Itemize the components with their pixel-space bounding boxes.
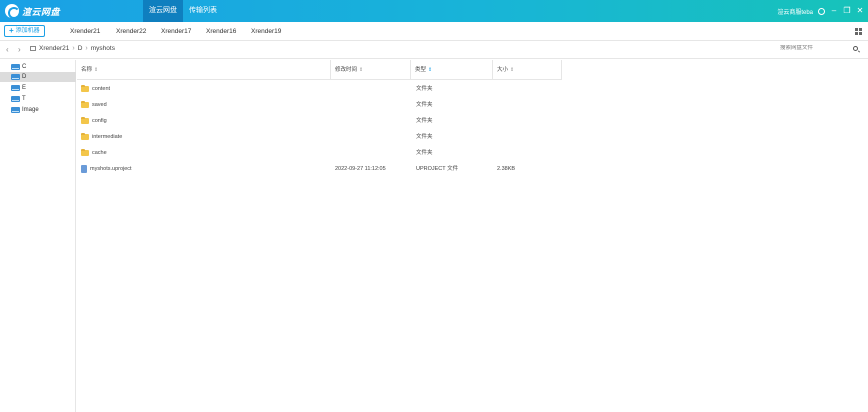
drive-icon <box>11 107 20 113</box>
drive-icon <box>11 85 20 91</box>
table-row[interactable]: config 文件夹 <box>77 113 562 129</box>
drive-label: C <box>22 64 27 70</box>
logo-text: 渲云网盘 <box>22 6 61 17</box>
settings-icon[interactable] <box>818 7 825 15</box>
breadcrumb-item[interactable]: D <box>78 45 83 52</box>
file-name: cache <box>92 150 107 156</box>
breadcrumb-separator: › <box>72 45 75 52</box>
user-name[interactable]: 渲云商服teba <box>777 7 813 16</box>
file-name-cell: saved <box>81 97 107 113</box>
file-name: content <box>92 86 111 92</box>
sort-active-icon: ⇕ <box>428 67 433 73</box>
sort-icon: ⇕ <box>94 67 99 73</box>
drive-icon <box>11 74 20 80</box>
folder-icon <box>81 149 89 156</box>
table-row[interactable]: content 文件夹 <box>77 81 562 97</box>
plus-icon: + <box>9 26 14 35</box>
file-type: 文件夹 <box>416 102 433 108</box>
column-header-type[interactable]: 类型 ⇕ <box>411 60 493 80</box>
breadcrumb: Xrender21 › D › myshots <box>30 45 115 52</box>
sidebar-item-drive[interactable]: D <box>0 72 76 82</box>
drive-sidebar: C D E T Image <box>0 60 76 412</box>
tab-cloud-drive[interactable]: 渲云网盘 <box>143 0 183 22</box>
search-box <box>780 45 860 55</box>
sidebar-item-drive[interactable]: E <box>0 83 76 93</box>
file-type: 文件夹 <box>416 134 433 140</box>
drive-label: Image <box>22 107 39 113</box>
column-modified-label: 修改时间 <box>335 67 358 73</box>
machine-tab[interactable]: Xrender22 <box>116 22 146 41</box>
back-arrow-icon[interactable]: ‹ <box>6 45 9 54</box>
sidebar-item-drive[interactable]: Image <box>0 105 76 115</box>
table-row[interactable]: intermediate 文件夹 <box>77 129 562 145</box>
sort-icon: ⇕ <box>510 67 515 73</box>
title-bar: 渲云网盘 渲云网盘 传输列表 渲云商服teba – ❐ ✕ <box>0 0 868 22</box>
file-modified: 2022-09-27 11:12:05 <box>335 166 386 172</box>
drive-label: D <box>22 74 27 80</box>
search-icon[interactable] <box>853 46 858 51</box>
file-name-cell: cache <box>81 145 107 161</box>
window-controls: 渲云商服teba – ❐ ✕ <box>777 0 864 22</box>
drive-label: E <box>22 85 27 91</box>
search-input[interactable] <box>780 45 846 51</box>
column-header-name[interactable]: 名称 ⇕ <box>77 60 331 80</box>
file-type: 文件夹 <box>416 150 433 156</box>
breadcrumb-item[interactable]: myshots <box>91 45 115 52</box>
forward-arrow-icon[interactable]: › <box>18 45 21 54</box>
sidebar-item-drive[interactable]: T <box>0 94 76 104</box>
computer-icon <box>30 46 36 51</box>
close-icon[interactable]: ✕ <box>856 7 864 15</box>
column-header-size[interactable]: 大小 ⇕ <box>493 60 562 80</box>
file-name-cell: content <box>81 81 110 97</box>
folder-icon <box>81 85 89 92</box>
file-name: intermediate <box>92 134 123 140</box>
file-name: config <box>92 118 107 124</box>
file-icon <box>81 165 87 173</box>
drive-label: T <box>22 96 26 102</box>
grid-view-icon[interactable] <box>855 28 862 35</box>
sort-icon: ⇕ <box>359 67 364 73</box>
file-size: 2.38KB <box>497 166 516 172</box>
file-list-header: 名称 ⇕ 修改时间 ⇕ 类型 ⇕ 大小 ⇕ <box>77 60 562 80</box>
folder-icon <box>81 133 89 140</box>
file-name: saved <box>92 102 107 108</box>
machine-tab[interactable]: Xrender17 <box>161 22 191 41</box>
drive-icon <box>11 64 20 70</box>
breadcrumb-separator: › <box>85 45 88 52</box>
file-type: 文件夹 <box>416 118 433 124</box>
column-type-label: 类型 <box>415 67 427 73</box>
column-size-label: 大小 <box>497 67 509 73</box>
maximize-icon[interactable]: ❐ <box>843 7 851 15</box>
sidebar-item-drive[interactable]: C <box>0 62 76 72</box>
file-name-cell: config <box>81 113 107 129</box>
file-type: UPROJECT 文件 <box>416 166 459 172</box>
minimize-icon[interactable]: – <box>830 7 838 15</box>
tab-transfer-list[interactable]: 传输列表 <box>183 0 223 22</box>
breadcrumb-item[interactable]: Xrender21 <box>39 45 69 52</box>
file-name-cell: myshots.uproject <box>81 161 132 177</box>
app-logo: 渲云网盘 <box>5 3 60 19</box>
file-name-cell: intermediate <box>81 129 122 145</box>
drive-icon <box>11 96 20 102</box>
logo-icon <box>5 4 20 19</box>
table-row[interactable]: myshots.uproject 2022-09-27 11:12:05 UPR… <box>77 161 562 177</box>
file-name: myshots.uproject <box>90 166 132 172</box>
path-bar: ‹ › Xrender21 › D › myshots <box>0 41 868 59</box>
add-machine-label: 添加机器 <box>15 28 40 34</box>
table-row[interactable]: cache 文件夹 <box>77 145 562 161</box>
column-header-modified[interactable]: 修改时间 ⇕ <box>331 60 411 80</box>
table-row[interactable]: saved 文件夹 <box>77 97 562 113</box>
machine-tab[interactable]: Xrender16 <box>206 22 236 41</box>
folder-icon <box>81 117 89 124</box>
column-name-label: 名称 <box>81 67 93 73</box>
machine-tab[interactable]: Xrender21 <box>70 22 100 41</box>
add-machine-button[interactable]: + 添加机器 <box>4 25 45 37</box>
folder-icon <box>81 101 89 108</box>
machine-tab[interactable]: Xrender19 <box>251 22 281 41</box>
machine-tab-bar: + 添加机器 Xrender21 Xrender22 Xrender17 Xre… <box>0 22 868 41</box>
file-type: 文件夹 <box>416 86 433 92</box>
